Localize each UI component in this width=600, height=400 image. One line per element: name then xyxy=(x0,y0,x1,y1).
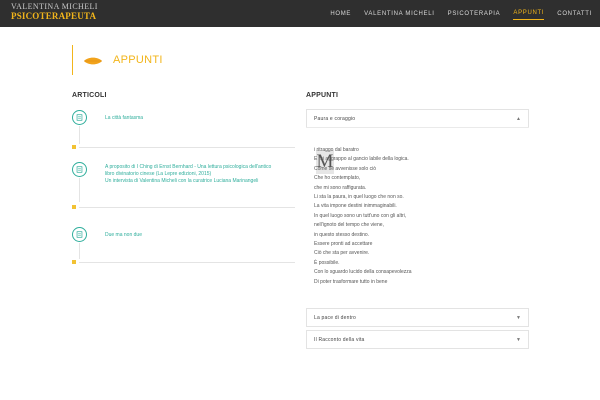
accordion-header[interactable]: Il Racconto della vita ▼ xyxy=(307,331,528,348)
main-nav: HOME VALENTINA MICHELI PSICOTERAPIA APPU… xyxy=(330,0,592,27)
leaf-icon xyxy=(84,57,102,65)
logo-subtitle: PSICOTERAPEUTA xyxy=(11,11,97,21)
nav-valentina-micheli[interactable]: VALENTINA MICHELI xyxy=(364,8,434,20)
accordion-content: M i ritraggo dal baratro E mi aggrappo a… xyxy=(306,127,529,300)
chevron-down-icon: ▼ xyxy=(516,336,521,343)
chevron-down-icon: ▼ xyxy=(516,314,521,321)
page-header: APPUNTI xyxy=(72,45,162,75)
article-link[interactable]: La città fantasma xyxy=(105,115,143,122)
timeline-line xyxy=(79,178,80,202)
chevron-up-icon: ▲ xyxy=(516,115,521,122)
articles-heading: ARTICOLI xyxy=(72,92,107,99)
document-icon xyxy=(72,227,87,242)
article-link[interactable]: A proposito di I Ching di Ernst Bernhard… xyxy=(105,164,271,185)
accordion-header[interactable]: Paura e coraggio ▲ xyxy=(307,110,528,127)
article-item[interactable]: Due ma non due xyxy=(72,227,295,253)
nav-contatti[interactable]: CONTATTI xyxy=(557,8,592,20)
article-separator xyxy=(72,145,295,149)
accordion-item-il-racconto-della-vita[interactable]: Il Racconto della vita ▼ xyxy=(306,330,529,349)
document-icon xyxy=(72,110,87,125)
accordion-header[interactable]: La pace di dentro ▼ xyxy=(307,309,528,326)
accordion-label: Paura e coraggio xyxy=(314,115,356,122)
timeline-line xyxy=(79,126,80,144)
document-icon xyxy=(72,162,87,177)
accordion-item-paura-e-coraggio[interactable]: Paura e coraggio ▲ xyxy=(306,109,529,128)
logo-name: VALENTINA MICHELI xyxy=(11,2,98,11)
article-item[interactable]: La città fantasma xyxy=(72,110,295,136)
appunti-heading: APPUNTI xyxy=(306,92,339,99)
poem-text: i ritraggo dal baratro E mi aggrappo al … xyxy=(314,147,412,285)
article-separator xyxy=(72,260,295,264)
top-bar: VALENTINA MICHELI PSICOTERAPEUTA HOME VA… xyxy=(0,0,600,27)
article-link[interactable]: Due ma non due xyxy=(105,232,142,239)
accordion-label: Il Racconto della vita xyxy=(314,336,365,343)
article-separator xyxy=(72,205,295,209)
accordion-label: La pace di dentro xyxy=(314,314,357,321)
site-logo[interactable]: VALENTINA MICHELI PSICOTERAPEUTA xyxy=(11,2,98,21)
nav-home[interactable]: HOME xyxy=(330,8,351,20)
article-item[interactable]: A proposito di I Ching di Ernst Bernhard… xyxy=(72,162,295,198)
nav-psicoterapia[interactable]: PSICOTERAPIA xyxy=(448,8,501,20)
nav-appunti[interactable]: APPUNTI xyxy=(513,7,545,20)
timeline-line xyxy=(79,243,80,259)
page-title: APPUNTI xyxy=(113,54,163,66)
accordion-item-la-pace-di-dentro[interactable]: La pace di dentro ▼ xyxy=(306,308,529,327)
